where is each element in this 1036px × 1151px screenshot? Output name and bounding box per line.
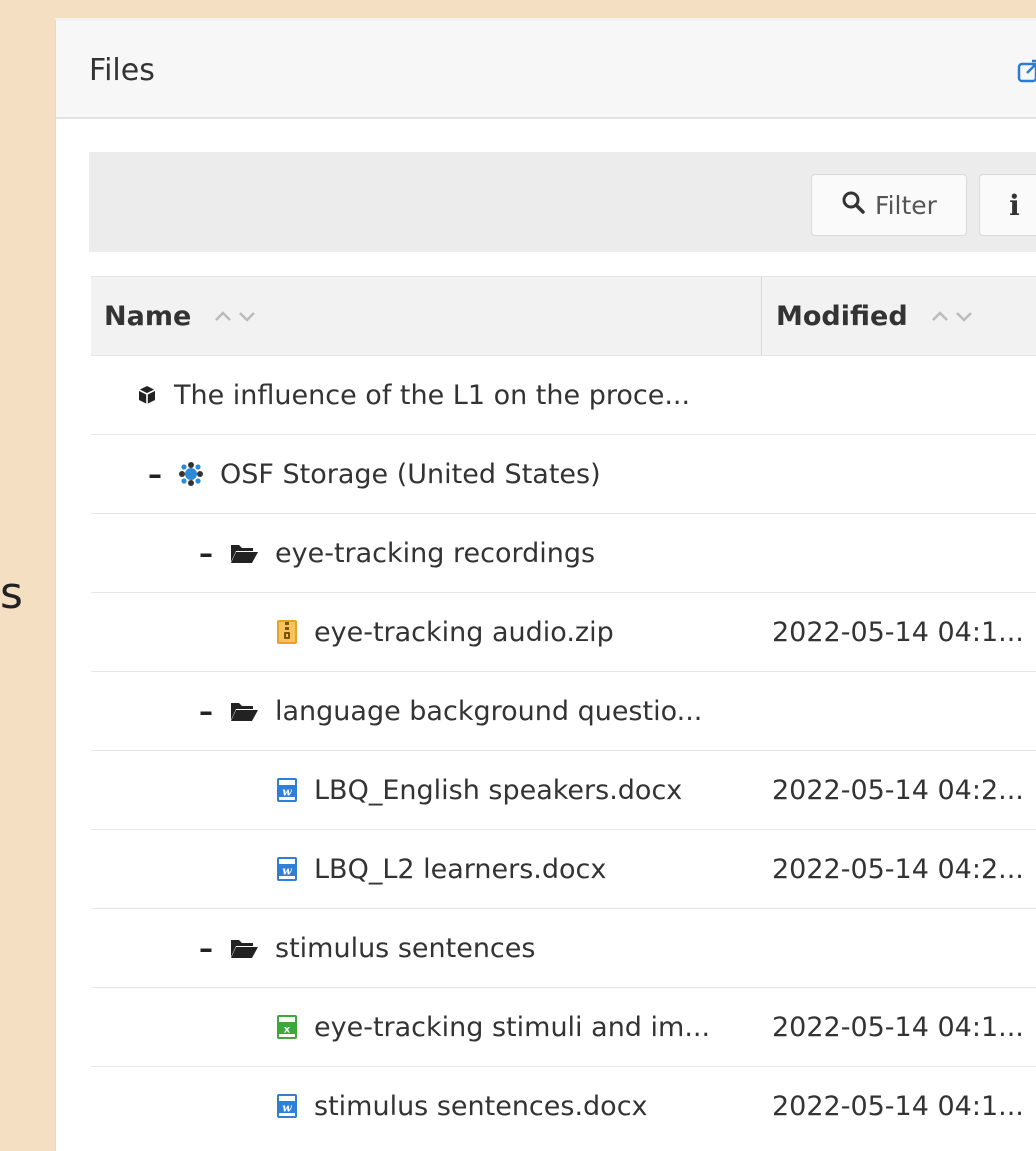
- sort-ascending-icon[interactable]: [930, 309, 950, 323]
- file-name-label[interactable]: The influence of the L1 on the proce...: [174, 380, 690, 411]
- word-file-icon: w: [276, 777, 298, 803]
- svg-text:w: w: [282, 1102, 292, 1115]
- table-row[interactable]: w LBQ_English speakers.docx 2022-05-14 04:…: [91, 750, 1036, 829]
- file-name-label[interactable]: eye-tracking audio.zip: [314, 617, 614, 648]
- files-table: Name Modified The influence of the L1 on…: [91, 276, 1036, 1145]
- file-name-label[interactable]: LBQ_L2 learners.docx: [314, 854, 606, 885]
- folder-open-icon: [229, 700, 259, 722]
- modified-date-cell: 2022-05-14 04:1...: [772, 1090, 1024, 1122]
- page-fragment-text: s: [0, 568, 23, 619]
- file-name-cell[interactable]: – OSF Storage (United States): [148, 435, 601, 513]
- cube-icon: [136, 384, 158, 406]
- table-row[interactable]: w stimulus sentences.docx 2022-05-14 04:1.…: [91, 1066, 1036, 1145]
- svg-text:w: w: [282, 865, 292, 878]
- column-header-modified[interactable]: Modified: [776, 277, 974, 355]
- file-name-cell[interactable]: – language background questio...: [199, 672, 702, 750]
- word-file-icon: w: [276, 1093, 298, 1119]
- table-header: Name Modified: [91, 276, 1036, 355]
- filter-button[interactable]: Filter: [811, 174, 967, 236]
- file-name-cell[interactable]: eye-tracking audio.zip: [276, 593, 614, 671]
- table-row[interactable]: eye-tracking audio.zip 2022-05-14 04:1...: [91, 592, 1036, 671]
- table-body: The influence of the L1 on the proce... –…: [91, 355, 1036, 1145]
- word-file-icon: w: [276, 856, 298, 882]
- file-name-cell[interactable]: – eye-tracking recordings: [199, 514, 595, 592]
- search-icon: [841, 190, 865, 220]
- sort-descending-icon[interactable]: [237, 309, 257, 323]
- zip-file-icon: [276, 619, 298, 645]
- file-name-label[interactable]: LBQ_English speakers.docx: [314, 775, 682, 806]
- modified-date-cell: 2022-05-14 04:1...: [772, 1011, 1024, 1043]
- external-link-icon[interactable]: [1017, 58, 1036, 84]
- column-header-name[interactable]: Name: [104, 277, 257, 355]
- table-row[interactable]: x eye-tracking stimuli and im... 2022-05-1…: [91, 987, 1036, 1066]
- panel-title: Files: [89, 53, 155, 88]
- files-panel: Files Filter i Name Modified The influen…: [55, 18, 1036, 1151]
- table-row[interactable]: The influence of the L1 on the proce...: [91, 355, 1036, 434]
- collapse-toggle-icon[interactable]: –: [148, 458, 162, 491]
- file-name-label[interactable]: eye-tracking stimuli and im...: [314, 1012, 710, 1043]
- column-header-name-label: Name: [104, 300, 192, 332]
- filter-button-label: Filter: [875, 190, 937, 220]
- file-name-label[interactable]: eye-tracking recordings: [275, 538, 595, 569]
- modified-date-cell: 2022-05-14 04:2...: [772, 853, 1024, 885]
- table-row[interactable]: – stimulus sentences: [91, 908, 1036, 987]
- file-name-label[interactable]: stimulus sentences.docx: [314, 1091, 648, 1122]
- column-divider: [761, 277, 762, 355]
- file-name-cell[interactable]: w LBQ_L2 learners.docx: [276, 830, 606, 908]
- table-row[interactable]: – OSF Storage (United States): [91, 434, 1036, 513]
- file-name-cell[interactable]: The influence of the L1 on the proce...: [136, 356, 690, 434]
- panel-header: Files: [56, 21, 1036, 119]
- file-name-label[interactable]: stimulus sentences: [275, 933, 535, 964]
- folder-open-icon: [229, 937, 259, 959]
- svg-text:w: w: [282, 786, 292, 799]
- file-name-cell[interactable]: w LBQ_English speakers.docx: [276, 751, 682, 829]
- column-header-modified-label: Modified: [776, 300, 908, 332]
- file-toolbar: Filter i: [89, 152, 1036, 252]
- file-name-label[interactable]: OSF Storage (United States): [220, 459, 601, 490]
- info-button[interactable]: i: [979, 174, 1036, 236]
- osf-storage-icon: [178, 461, 204, 487]
- file-name-cell[interactable]: – stimulus sentences: [199, 909, 535, 987]
- table-row[interactable]: w LBQ_L2 learners.docx 2022-05-14 04:2...: [91, 829, 1036, 908]
- sort-ascending-icon[interactable]: [213, 309, 233, 323]
- folder-open-icon: [229, 542, 259, 564]
- file-name-cell[interactable]: x eye-tracking stimuli and im...: [276, 988, 710, 1066]
- table-row[interactable]: – eye-tracking recordings: [91, 513, 1036, 592]
- file-name-label[interactable]: language background questio...: [275, 696, 702, 727]
- collapse-toggle-icon[interactable]: –: [199, 695, 213, 728]
- collapse-toggle-icon[interactable]: –: [199, 537, 213, 570]
- modified-date-cell: 2022-05-14 04:2...: [772, 774, 1024, 806]
- collapse-toggle-icon[interactable]: –: [199, 932, 213, 965]
- table-row[interactable]: – language background questio...: [91, 671, 1036, 750]
- excel-file-icon: x: [276, 1014, 298, 1040]
- modified-date-cell: 2022-05-14 04:1...: [772, 616, 1024, 648]
- svg-text:x: x: [284, 1025, 291, 1036]
- file-name-cell[interactable]: w stimulus sentences.docx: [276, 1067, 648, 1145]
- sort-descending-icon[interactable]: [954, 309, 974, 323]
